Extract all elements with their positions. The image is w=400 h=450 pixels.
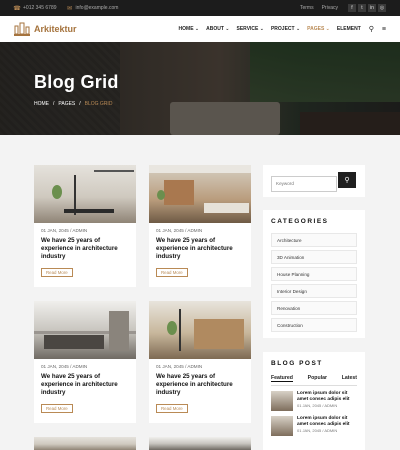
email-contact[interactable]: ✉ info@example.com	[67, 5, 119, 12]
blog-post-tabs: Featured Popular Latest	[271, 375, 357, 386]
read-more-button[interactable]: Read More	[41, 268, 73, 277]
category-item[interactable]: House Planning	[271, 267, 357, 281]
brand-name: Arkitektur	[34, 24, 77, 34]
search-button[interactable]: ⚲	[338, 172, 356, 188]
category-item[interactable]: Architecture	[271, 233, 357, 247]
breadcrumb: HOME / PAGES / BLOG GRID	[34, 101, 116, 107]
email-address: info@example.com	[75, 5, 119, 11]
main-navbar: Arkitektur HOME ⌄ ABOUT ⌄ SERVICE ⌄ PROJ…	[0, 16, 400, 42]
read-more-button[interactable]: Read More	[156, 404, 188, 413]
page-title: Blog Grid	[34, 72, 119, 92]
post-thumbnail	[271, 391, 293, 411]
nav-menu: HOME ⌄ ABOUT ⌄ SERVICE ⌄ PROJECT ⌄ PAGES…	[172, 25, 386, 34]
tab-popular[interactable]: Popular	[308, 375, 327, 382]
post-title[interactable]: Lorem ipsum dolor sit amet consec adipis…	[297, 416, 357, 427]
building-logo-icon	[14, 22, 30, 36]
blog-image[interactable]	[149, 165, 251, 223]
blog-card	[149, 437, 251, 450]
breadcrumb-separator: /	[79, 101, 81, 107]
tab-featured[interactable]: Featured	[271, 375, 293, 382]
nav-item-home[interactable]: HOME ⌄	[179, 26, 200, 32]
menu-icon[interactable]: ≡	[382, 26, 386, 33]
blog-image[interactable]	[34, 165, 136, 223]
top-bar: ☎ +012 345 6789 ✉ info@example.com Terms…	[0, 0, 400, 16]
categories-title: CATEGORIES	[271, 218, 329, 225]
search-widget: ⚲	[263, 165, 365, 197]
blog-post-widget: BLOG POST Featured Popular Latest Lorem …	[263, 352, 365, 450]
nav-item-about[interactable]: ABOUT ⌄	[206, 26, 229, 32]
blog-card	[34, 437, 136, 450]
category-item[interactable]: Construction	[271, 318, 357, 332]
list-item[interactable]: Lorem ipsum dolor sit amet consec adipis…	[271, 416, 357, 436]
category-item[interactable]: Renovation	[271, 301, 357, 315]
breadcrumb-home[interactable]: HOME	[34, 101, 49, 107]
blog-image[interactable]	[149, 301, 251, 359]
blog-meta: 01 JAN, 2045 / ADMIN	[156, 364, 203, 369]
post-thumbnail	[271, 416, 293, 436]
blog-title[interactable]: We have 25 years of experience in archit…	[34, 233, 136, 261]
envelope-icon: ✉	[67, 5, 73, 12]
post-title[interactable]: Lorem ipsum dolor sit amet consec adipis…	[297, 391, 357, 402]
blog-image[interactable]	[34, 301, 136, 359]
blog-title[interactable]: We have 25 years of experience in archit…	[34, 369, 136, 397]
categories-widget: CATEGORIES Architecture 3D Animation Hou…	[263, 210, 365, 338]
post-meta: 01 JAN, 2045 / ADMIN	[297, 428, 338, 434]
phone-icon: ☎	[13, 5, 21, 12]
nav-item-project[interactable]: PROJECT ⌄	[271, 26, 300, 32]
breadcrumb-pages[interactable]: PAGES	[58, 101, 75, 107]
post-meta: 01 JAN, 2045 / ADMIN	[297, 403, 338, 409]
nav-item-element[interactable]: ELEMENT	[337, 26, 361, 32]
breadcrumb-separator: /	[53, 101, 55, 107]
nav-item-service[interactable]: SERVICE ⌄	[237, 26, 264, 32]
search-icon[interactable]: ⚲	[369, 25, 374, 33]
blog-card: 01 JAN, 2045 / ADMIN We have 25 years of…	[34, 301, 136, 423]
facebook-icon[interactable]: f	[348, 4, 356, 12]
phone-number: +012 345 6789	[23, 5, 57, 11]
blog-title[interactable]: We have 25 years of experience in archit…	[149, 233, 251, 261]
linkedin-icon[interactable]: in	[368, 4, 376, 12]
blog-meta: 01 JAN, 2045 / ADMIN	[41, 364, 88, 369]
blog-meta: 01 JAN, 2045 / ADMIN	[156, 228, 203, 233]
tab-latest[interactable]: Latest	[342, 375, 357, 382]
instagram-icon[interactable]: ◎	[378, 4, 386, 12]
brand-logo[interactable]: Arkitektur	[14, 22, 77, 36]
breadcrumb-current: BLOG GRID	[84, 101, 113, 107]
blog-meta: 01 JAN, 2045 / ADMIN	[41, 228, 88, 233]
list-item[interactable]: Lorem ipsum dolor sit amet consec adipis…	[271, 391, 357, 411]
blog-card: 01 JAN, 2045 / ADMIN We have 25 years of…	[149, 165, 251, 287]
social-links: f t in ◎	[346, 4, 386, 12]
search-icon: ⚲	[344, 177, 350, 184]
read-more-button[interactable]: Read More	[156, 268, 188, 277]
terms-link[interactable]: Terms	[300, 5, 314, 11]
blog-card: 01 JAN, 2045 / ADMIN We have 25 years of…	[149, 301, 251, 423]
blog-title[interactable]: We have 25 years of experience in archit…	[149, 369, 251, 397]
nav-item-pages[interactable]: PAGES ⌄	[307, 26, 330, 32]
category-item[interactable]: Interior Design	[271, 284, 357, 298]
privacy-link[interactable]: Privacy	[322, 5, 338, 11]
search-input[interactable]	[271, 175, 337, 192]
blog-image[interactable]	[149, 437, 251, 450]
blog-image[interactable]	[34, 437, 136, 450]
read-more-button[interactable]: Read More	[41, 404, 73, 413]
category-item[interactable]: 3D Animation	[271, 250, 357, 264]
twitter-icon[interactable]: t	[358, 4, 366, 12]
blog-card: 01 JAN, 2045 / ADMIN We have 25 years of…	[34, 165, 136, 287]
phone-contact[interactable]: ☎ +012 345 6789	[13, 5, 57, 12]
blog-post-title: BLOG POST	[271, 360, 323, 367]
